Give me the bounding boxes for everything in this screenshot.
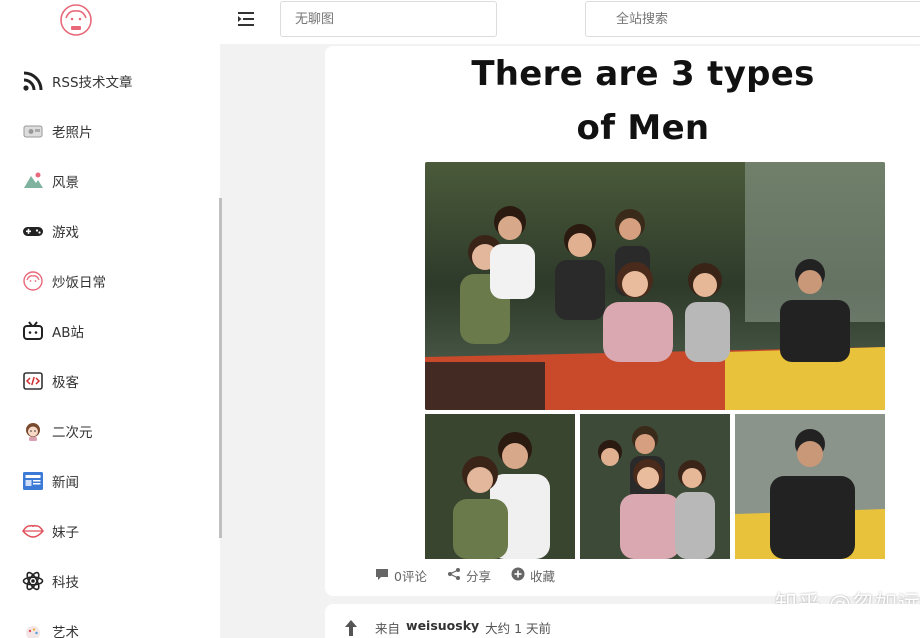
sidebar-item-games[interactable]: 游戏 (0, 206, 220, 256)
sidebar-item-news[interactable]: 新闻 (0, 456, 220, 506)
sidebar-item-art[interactable]: 艺术 (0, 606, 220, 638)
share-label: 分享 (465, 569, 491, 584)
favorite-label: 收藏 (529, 569, 555, 584)
comment-icon (375, 568, 394, 584)
sidebar-item-label: 妹子 (52, 525, 79, 541)
favorite-button[interactable]: 收藏 (511, 566, 555, 585)
code-icon (22, 370, 44, 392)
from-label: 来自 (375, 621, 401, 636)
photo-crop-man-middle (580, 414, 730, 559)
next-post-card: 来自 weisuosky 大约 1 天前 (325, 604, 920, 638)
search-input[interactable] (585, 1, 920, 37)
sidebar-item-label: RSS技术文章 (52, 75, 133, 91)
post-card: There are 3 types of Men 0评论 分享 收藏 (325, 46, 920, 617)
lips-icon (22, 520, 44, 542)
author-username[interactable]: weisuosky (406, 618, 479, 637)
sidebar-item-girls[interactable]: 妹子 (0, 506, 220, 556)
sidebar-item-tech[interactable]: 科技 (0, 556, 220, 606)
sidebar-item-label: 风景 (52, 175, 79, 191)
sidebar-item-label: 科技 (52, 575, 79, 591)
comment-button[interactable]: 0评论 (375, 566, 427, 585)
sidebar-item-label: 艺术 (52, 625, 79, 638)
post-time: 大约 1 天前 (485, 621, 552, 636)
sidebar-item-label: 新闻 (52, 475, 79, 491)
share-icon (447, 567, 466, 584)
sidebar-item-label: 游戏 (52, 225, 79, 241)
sidebar-nav: RSS技术文章 老照片 风景 游戏 炒饭日常 AB站 极客 二次元 新闻 妹子 … (0, 56, 220, 638)
sidebar-item-anime[interactable]: 二次元 (0, 406, 220, 456)
chat-input[interactable] (280, 1, 497, 37)
sidebar-item-landscape[interactable]: 风景 (0, 156, 220, 206)
sidebar-item-label: 二次元 (52, 425, 93, 441)
old-photo-icon (22, 120, 44, 142)
group-photo (425, 162, 885, 410)
sidebar-item-geek[interactable]: 极客 (0, 356, 220, 406)
post-actions: 0评论 分享 收藏 (375, 566, 575, 585)
sidebar-item-label: 老照片 (52, 125, 93, 141)
sidebar: RSS技术文章 老照片 风景 游戏 炒饭日常 AB站 极客 二次元 新闻 妹子 … (0, 0, 222, 638)
rss-icon (22, 70, 44, 92)
landscape-icon (22, 170, 44, 192)
top-bar (220, 0, 920, 44)
atom-icon (22, 570, 44, 592)
bilibili-tv-icon (22, 320, 44, 342)
sidebar-item-label: 炒饭日常 (52, 275, 106, 291)
photo-crop-man-right (735, 414, 885, 559)
menu-indent-icon[interactable] (237, 10, 257, 28)
sidebar-item-rss[interactable]: RSS技术文章 (0, 56, 220, 106)
photo-crop-man-left (425, 414, 575, 559)
sheep-icon (22, 270, 44, 292)
anime-girl-icon (22, 420, 44, 442)
sidebar-item-daily[interactable]: 炒饭日常 (0, 256, 220, 306)
meme-caption-line1: There are 3 types (471, 54, 815, 94)
favorite-plus-icon (511, 567, 530, 584)
newspaper-icon (22, 470, 44, 492)
sidebar-item-ab-site[interactable]: AB站 (0, 306, 220, 356)
sidebar-item-label: 极客 (52, 375, 79, 391)
share-button[interactable]: 分享 (447, 566, 491, 585)
gamepad-icon (22, 220, 44, 242)
sidebar-item-old-photos[interactable]: 老照片 (0, 106, 220, 156)
sheep-logo-icon[interactable] (58, 2, 94, 38)
comment-label: 0评论 (394, 569, 427, 584)
meme-image[interactable]: There are 3 types of Men (325, 46, 920, 559)
meme-caption-line2: of Men (576, 108, 710, 148)
upvote-arrow-icon[interactable] (343, 618, 359, 638)
post-author-line: 来自 weisuosky 大约 1 天前 (375, 618, 551, 637)
sidebar-item-label: AB站 (52, 325, 84, 341)
art-icon (22, 620, 44, 638)
main-content: There are 3 types of Men 0评论 分享 收藏 来自 we… (220, 44, 920, 638)
